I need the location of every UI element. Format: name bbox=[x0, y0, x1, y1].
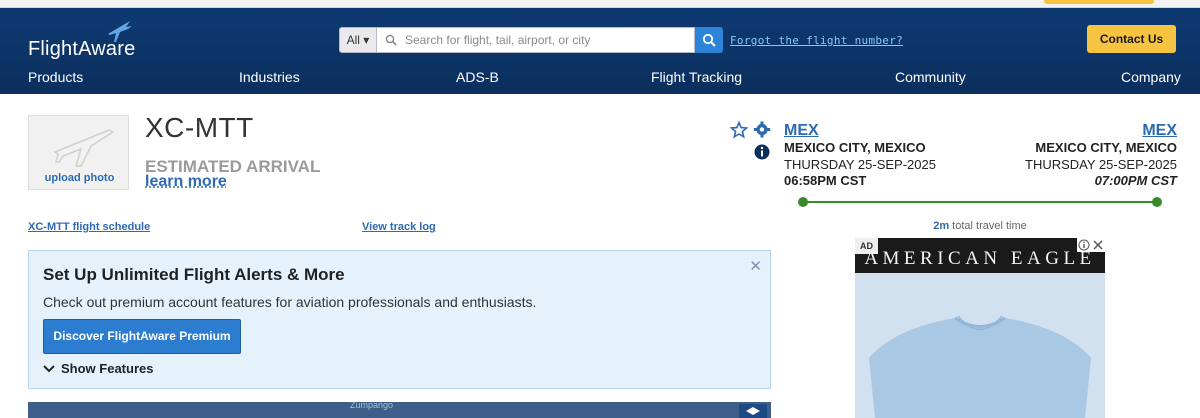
flight-map[interactable]: Zumpango bbox=[28, 402, 771, 418]
layers-icon bbox=[746, 407, 760, 415]
travel-duration: 2m bbox=[933, 220, 950, 232]
forgot-flight-number-link[interactable]: Forgot the flight number? bbox=[730, 34, 903, 47]
account-button-edge[interactable] bbox=[1044, 0, 1154, 4]
flight-schedule-link[interactable]: XC-MTT flight schedule bbox=[28, 221, 150, 233]
main-nav: Products Industries ADS-B Flight Trackin… bbox=[0, 66, 1200, 92]
contact-us-button[interactable]: Contact Us bbox=[1087, 25, 1176, 53]
search-field[interactable] bbox=[377, 27, 695, 53]
star-icon[interactable] bbox=[730, 121, 749, 139]
destination-date: THURSDAY 25-SEP-2025 bbox=[1025, 156, 1177, 172]
nav-industries[interactable]: Industries bbox=[239, 69, 300, 85]
info-icon[interactable] bbox=[754, 144, 770, 160]
gear-icon[interactable] bbox=[753, 121, 771, 138]
promo-title: Set Up Unlimited Flight Alerts & More bbox=[43, 265, 345, 284]
flight-tool-icons bbox=[730, 121, 771, 160]
search-bar: All ▾ bbox=[339, 27, 723, 53]
track-log-link[interactable]: View track log bbox=[362, 221, 436, 233]
upload-photo-link[interactable]: upload photo bbox=[29, 172, 130, 184]
top-utility-strip bbox=[0, 0, 1200, 8]
flightaware-logo[interactable]: FlightAware bbox=[28, 18, 138, 62]
show-features-toggle[interactable]: Show Features bbox=[43, 361, 153, 376]
origin-block: MEX MEXICO CITY, MEXICO THURSDAY 25-SEP-… bbox=[784, 122, 936, 190]
show-features-label: Show Features bbox=[61, 361, 154, 376]
origin-time: 06:58PM CST bbox=[784, 173, 867, 188]
nav-flight-tracking[interactable]: Flight Tracking bbox=[651, 69, 742, 85]
advertisement[interactable]: AMERICAN EAGLE AD bbox=[855, 238, 1105, 418]
site-header: FlightAware All ▾ Forgot the flight numb… bbox=[0, 8, 1200, 94]
travel-time: 2m total travel time bbox=[800, 220, 1160, 232]
plane-icon bbox=[53, 129, 115, 167]
tail-number-title: XC-MTT bbox=[145, 112, 254, 143]
map-layers-button[interactable] bbox=[739, 404, 767, 418]
close-icon[interactable]: ✕ bbox=[749, 257, 762, 275]
destination-code[interactable]: MEX bbox=[1025, 122, 1177, 140]
chevron-down-icon bbox=[43, 364, 55, 372]
nav-ads-b[interactable]: ADS-B bbox=[456, 69, 499, 85]
travel-time-suffix: total travel time bbox=[949, 220, 1027, 232]
destination-time: 07:00PM CST bbox=[1094, 173, 1177, 188]
nav-community[interactable]: Community bbox=[895, 69, 966, 85]
aircraft-photo-placeholder[interactable]: upload photo bbox=[28, 115, 129, 190]
logo-text: FlightAware bbox=[28, 38, 136, 60]
destination-city: MEXICO CITY, MEXICO bbox=[1035, 140, 1177, 155]
premium-promo-box: Set Up Unlimited Flight Alerts & More Ch… bbox=[28, 250, 771, 389]
origin-code[interactable]: MEX bbox=[784, 122, 936, 140]
ad-banner: AMERICAN EAGLE bbox=[855, 238, 1105, 273]
ad-shirt-image bbox=[855, 273, 1105, 418]
origin-date: THURSDAY 25-SEP-2025 bbox=[784, 156, 936, 172]
nav-products[interactable]: Products bbox=[28, 69, 83, 85]
flight-progress-track bbox=[798, 197, 1162, 207]
destination-dot bbox=[1152, 197, 1162, 207]
ad-choices-icon[interactable] bbox=[1077, 238, 1105, 252]
search-scope-select[interactable]: All ▾ bbox=[339, 27, 377, 53]
promo-subtitle: Check out premium account features for a… bbox=[43, 294, 537, 310]
nav-company[interactable]: Company bbox=[1121, 69, 1181, 85]
learn-more-link[interactable]: learn more bbox=[145, 173, 227, 191]
origin-dot bbox=[798, 197, 808, 207]
search-icon bbox=[702, 33, 716, 47]
ad-brand: AMERICAN EAGLE bbox=[864, 248, 1096, 269]
search-input[interactable] bbox=[405, 33, 685, 47]
search-icon bbox=[385, 34, 397, 46]
destination-block: MEX MEXICO CITY, MEXICO THURSDAY 25-SEP-… bbox=[1025, 122, 1177, 190]
origin-city: MEXICO CITY, MEXICO bbox=[784, 140, 926, 155]
ad-label: AD bbox=[855, 238, 878, 254]
map-place-label: Zumpango bbox=[350, 402, 394, 410]
discover-premium-button[interactable]: Discover FlightAware Premium bbox=[43, 319, 241, 354]
search-submit-button[interactable] bbox=[695, 27, 723, 53]
